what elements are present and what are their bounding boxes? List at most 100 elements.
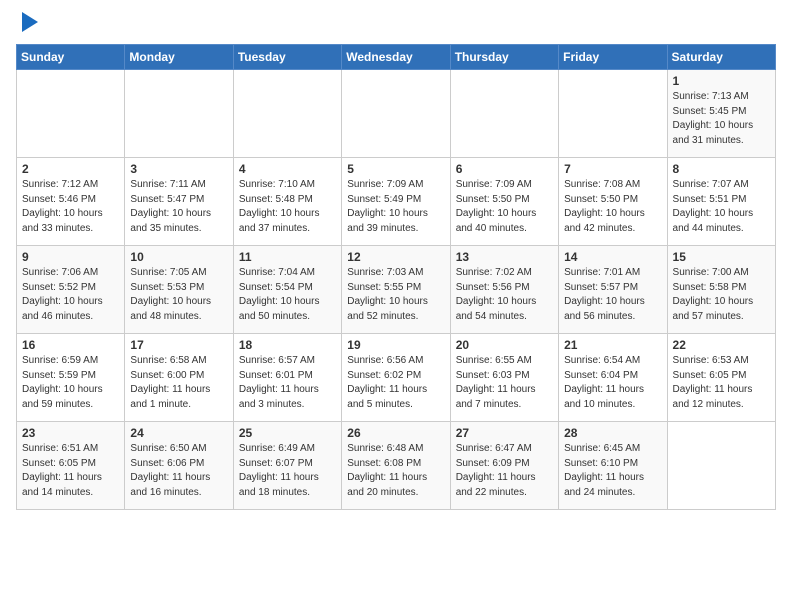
calendar-cell: 23 Sunrise: 6:51 AM Sunset: 6:05 PM Dayli… — [17, 422, 125, 510]
calendar-cell — [450, 70, 558, 158]
day-number: 26 — [347, 426, 444, 440]
day-info: Sunrise: 7:01 AM Sunset: 5:57 PM Dayligh… — [564, 266, 661, 324]
day-number: 3 — [130, 162, 227, 176]
day-number: 15 — [673, 250, 770, 264]
day-info: Sunrise: 7:12 AM Sunset: 5:46 PM Dayligh… — [22, 178, 119, 236]
day-info: Sunrise: 7:10 AM Sunset: 5:48 PM Dayligh… — [239, 178, 336, 236]
calendar-cell — [233, 70, 341, 158]
calendar-cell: 28Sunrise: 6:45 AM Sunset: 6:10 PM Dayli… — [559, 422, 667, 510]
calendar-cell: 27 Sunrise: 6:47 AM Sunset: 6:09 PM Dayli… — [450, 422, 558, 510]
day-info: Sunrise: 6:50 AM Sunset: 6:06 PM Dayligh… — [130, 442, 227, 500]
day-number: 9 — [22, 250, 119, 264]
day-info: Sunrise: 6:47 AM Sunset: 6:09 PM Dayligh… — [456, 442, 553, 500]
calendar-cell: 25 Sunrise: 6:49 AM Sunset: 6:07 PM Dayli… — [233, 422, 341, 510]
day-info: Sunrise: 7:02 AM Sunset: 5:56 PM Dayligh… — [456, 266, 553, 324]
day-number: 18 — [239, 338, 336, 352]
calendar-cell: 22 Sunrise: 6:53 AM Sunset: 6:05 PM Dayli… — [667, 334, 775, 422]
day-info: Sunrise: 6:58 AM Sunset: 6:00 PM Dayligh… — [130, 354, 227, 412]
day-info: Sunrise: 6:45 AM Sunset: 6:10 PM Dayligh… — [564, 442, 661, 500]
calendar-cell: 14 Sunrise: 7:01 AM Sunset: 5:57 PM Dayli… — [559, 246, 667, 334]
header-tuesday: Tuesday — [233, 45, 341, 70]
calendar-cell: 12 Sunrise: 7:03 AM Sunset: 5:55 PM Dayli… — [342, 246, 450, 334]
logo-arrow-icon — [22, 12, 38, 32]
day-info: Sunrise: 6:49 AM Sunset: 6:07 PM Dayligh… — [239, 442, 336, 500]
day-info: Sunrise: 6:53 AM Sunset: 6:05 PM Dayligh… — [673, 354, 770, 412]
day-info: Sunrise: 7:09 AM Sunset: 5:50 PM Dayligh… — [456, 178, 553, 236]
day-number: 23 — [22, 426, 119, 440]
calendar-cell: 8 Sunrise: 7:07 AM Sunset: 5:51 PM Daylig… — [667, 158, 775, 246]
day-info: Sunrise: 7:05 AM Sunset: 5:53 PM Dayligh… — [130, 266, 227, 324]
day-number: 13 — [456, 250, 553, 264]
calendar-cell: 13 Sunrise: 7:02 AM Sunset: 5:56 PM Dayli… — [450, 246, 558, 334]
day-info: Sunrise: 7:11 AM Sunset: 5:47 PM Dayligh… — [130, 178, 227, 236]
day-number: 14 — [564, 250, 661, 264]
day-number: 19 — [347, 338, 444, 352]
logo — [16, 16, 38, 32]
calendar-cell: 4 Sunrise: 7:10 AM Sunset: 5:48 PM Daylig… — [233, 158, 341, 246]
day-info: Sunrise: 7:07 AM Sunset: 5:51 PM Dayligh… — [673, 178, 770, 236]
day-info: Sunrise: 7:00 AM Sunset: 5:58 PM Dayligh… — [673, 266, 770, 324]
calendar-cell: 26 Sunrise: 6:48 AM Sunset: 6:08 PM Dayli… — [342, 422, 450, 510]
day-info: Sunrise: 7:08 AM Sunset: 5:50 PM Dayligh… — [564, 178, 661, 236]
day-info: Sunrise: 7:03 AM Sunset: 5:55 PM Dayligh… — [347, 266, 444, 324]
day-info: Sunrise: 7:13 AM Sunset: 5:45 PM Dayligh… — [673, 90, 770, 148]
day-number: 12 — [347, 250, 444, 264]
day-number: 5 — [347, 162, 444, 176]
day-number: 16 — [22, 338, 119, 352]
calendar-cell — [17, 70, 125, 158]
day-number: 8 — [673, 162, 770, 176]
calendar-cell: 24 Sunrise: 6:50 AM Sunset: 6:06 PM Dayli… — [125, 422, 233, 510]
day-number: 11 — [239, 250, 336, 264]
calendar-cell: 18 Sunrise: 6:57 AM Sunset: 6:01 PM Dayli… — [233, 334, 341, 422]
calendar-cell: 20Sunrise: 6:55 AM Sunset: 6:03 PM Dayli… — [450, 334, 558, 422]
day-number: 24 — [130, 426, 227, 440]
calendar-table: SundayMondayTuesdayWednesdayThursdayFrid… — [16, 44, 776, 510]
calendar-cell: 15 Sunrise: 7:00 AM Sunset: 5:58 PM Dayli… — [667, 246, 775, 334]
day-number: 27 — [456, 426, 553, 440]
day-info: Sunrise: 6:57 AM Sunset: 6:01 PM Dayligh… — [239, 354, 336, 412]
day-number: 22 — [673, 338, 770, 352]
calendar-cell: 6Sunrise: 7:09 AM Sunset: 5:50 PM Daylig… — [450, 158, 558, 246]
calendar-cell — [342, 70, 450, 158]
day-info: Sunrise: 6:54 AM Sunset: 6:04 PM Dayligh… — [564, 354, 661, 412]
calendar-week-5: 23 Sunrise: 6:51 AM Sunset: 6:05 PM Dayli… — [17, 422, 776, 510]
header-friday: Friday — [559, 45, 667, 70]
day-info: Sunrise: 7:09 AM Sunset: 5:49 PM Dayligh… — [347, 178, 444, 236]
calendar-cell: 2 Sunrise: 7:12 AM Sunset: 5:46 PM Daylig… — [17, 158, 125, 246]
calendar-cell: 19 Sunrise: 6:56 AM Sunset: 6:02 PM Dayli… — [342, 334, 450, 422]
header-sunday: Sunday — [17, 45, 125, 70]
calendar-cell — [559, 70, 667, 158]
header-monday: Monday — [125, 45, 233, 70]
calendar-cell: 7Sunrise: 7:08 AM Sunset: 5:50 PM Daylig… — [559, 158, 667, 246]
calendar-cell: 17Sunrise: 6:58 AM Sunset: 6:00 PM Dayli… — [125, 334, 233, 422]
day-info: Sunrise: 6:48 AM Sunset: 6:08 PM Dayligh… — [347, 442, 444, 500]
calendar-header-row: SundayMondayTuesdayWednesdayThursdayFrid… — [17, 45, 776, 70]
calendar-cell: 9 Sunrise: 7:06 AM Sunset: 5:52 PM Daylig… — [17, 246, 125, 334]
calendar-cell: 5 Sunrise: 7:09 AM Sunset: 5:49 PM Daylig… — [342, 158, 450, 246]
day-info: Sunrise: 6:59 AM Sunset: 5:59 PM Dayligh… — [22, 354, 119, 412]
day-number: 21 — [564, 338, 661, 352]
day-info: Sunrise: 7:04 AM Sunset: 5:54 PM Dayligh… — [239, 266, 336, 324]
day-number: 4 — [239, 162, 336, 176]
calendar-cell: 21 Sunrise: 6:54 AM Sunset: 6:04 PM Dayli… — [559, 334, 667, 422]
calendar-cell: 10Sunrise: 7:05 AM Sunset: 5:53 PM Dayli… — [125, 246, 233, 334]
day-number: 2 — [22, 162, 119, 176]
day-info: Sunrise: 6:51 AM Sunset: 6:05 PM Dayligh… — [22, 442, 119, 500]
day-info: Sunrise: 7:06 AM Sunset: 5:52 PM Dayligh… — [22, 266, 119, 324]
calendar-week-3: 9 Sunrise: 7:06 AM Sunset: 5:52 PM Daylig… — [17, 246, 776, 334]
day-info: Sunrise: 6:56 AM Sunset: 6:02 PM Dayligh… — [347, 354, 444, 412]
header-thursday: Thursday — [450, 45, 558, 70]
calendar-cell — [667, 422, 775, 510]
calendar-week-4: 16 Sunrise: 6:59 AM Sunset: 5:59 PM Dayli… — [17, 334, 776, 422]
header-saturday: Saturday — [667, 45, 775, 70]
calendar-cell: 1 Sunrise: 7:13 AM Sunset: 5:45 PM Daylig… — [667, 70, 775, 158]
page-header — [16, 16, 776, 32]
calendar-cell: 11 Sunrise: 7:04 AM Sunset: 5:54 PM Dayli… — [233, 246, 341, 334]
calendar-cell: 16 Sunrise: 6:59 AM Sunset: 5:59 PM Dayli… — [17, 334, 125, 422]
calendar-week-1: 1 Sunrise: 7:13 AM Sunset: 5:45 PM Daylig… — [17, 70, 776, 158]
day-number: 1 — [673, 74, 770, 88]
calendar-cell — [125, 70, 233, 158]
day-number: 20 — [456, 338, 553, 352]
day-number: 25 — [239, 426, 336, 440]
calendar-cell: 3 Sunrise: 7:11 AM Sunset: 5:47 PM Daylig… — [125, 158, 233, 246]
